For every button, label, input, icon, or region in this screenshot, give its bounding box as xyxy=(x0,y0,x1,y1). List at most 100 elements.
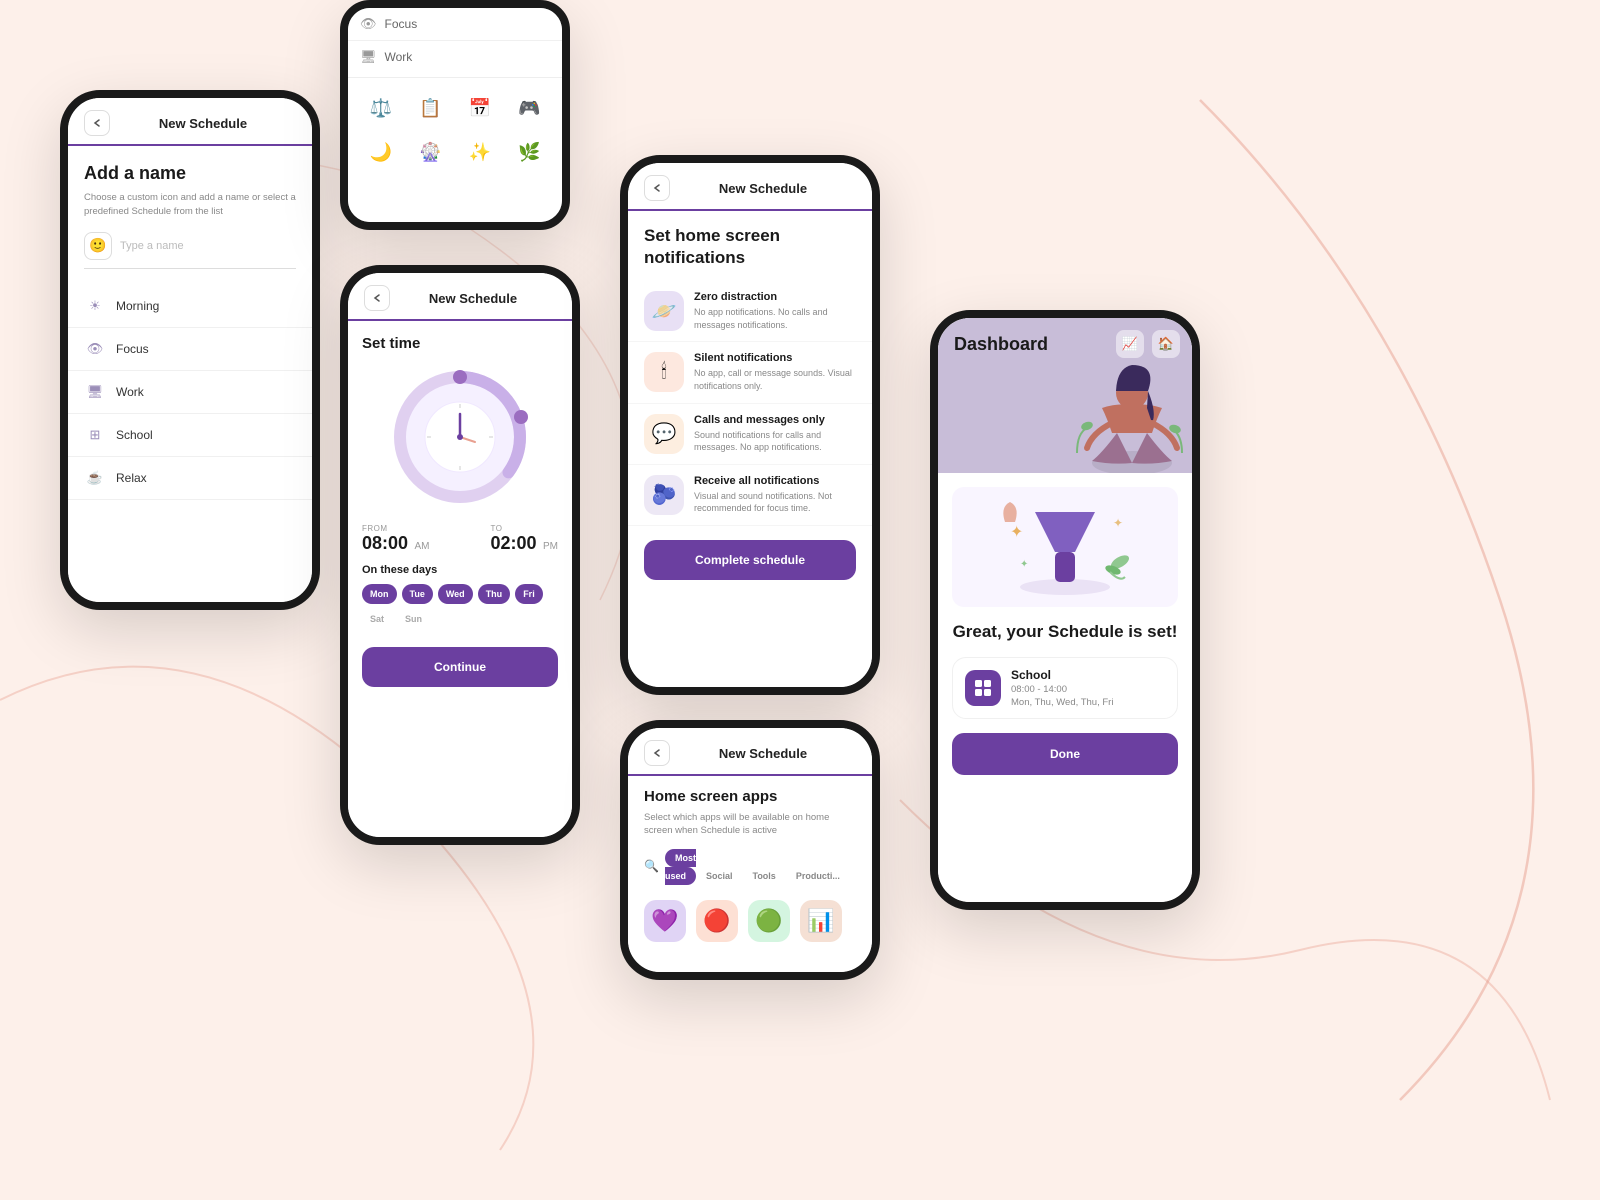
school-schedule-card[interactable]: School 08:00 - 14:00 Mon, Thu, Wed, Thu,… xyxy=(952,657,1178,719)
from-to-section: FROM 08:00 AM TO 02:00 PM xyxy=(348,524,572,554)
notebook-icon[interactable]: 📋 xyxy=(412,90,448,126)
school-schedule-days: Mon, Thu, Wed, Thu, Fri xyxy=(1011,697,1113,708)
homescreen-apps-subtitle: Select which apps will be available on h… xyxy=(644,811,856,838)
day-pill-tue[interactable]: Tue xyxy=(402,584,433,604)
schedule-list-item[interactable]: ⊞ School xyxy=(68,414,312,457)
leaf-icon[interactable]: 🌿 xyxy=(511,134,547,170)
phone-set-time: New Schedule Set time xyxy=(340,265,580,845)
schedule-item-label: Work xyxy=(116,385,144,399)
school-schedule-time: 08:00 - 14:00 xyxy=(1011,684,1113,695)
notification-subtitle: No app, call or message sounds. Visual n… xyxy=(694,367,856,392)
on-days-heading: On these days xyxy=(348,564,572,576)
filter-pills: Most usedSocialToolsProducti... xyxy=(665,848,856,884)
notification-subtitle: Visual and sound notifications. Not reco… xyxy=(694,490,856,515)
notification-item[interactable]: 🪐 Zero distraction No app notifications.… xyxy=(628,281,872,342)
phone4-back-button[interactable] xyxy=(644,175,670,201)
notification-text: Receive all notifications Visual and sou… xyxy=(694,475,856,515)
days-row: MonTueWedThuFri SatSun xyxy=(348,584,572,629)
phone-home-apps: New Schedule Home screen apps Select whi… xyxy=(620,720,880,980)
to-label: TO xyxy=(491,524,559,533)
day-pill-sun[interactable]: Sun xyxy=(397,609,430,629)
phone-icon-picker: 👁 Focus 🖥 Work ⚖️ 📋 📅 🎮 🌙 🎡 ✨ 🌿 xyxy=(340,0,570,230)
notification-title: Zero distraction xyxy=(694,291,856,303)
app-icon-2[interactable]: 🔴 xyxy=(696,900,738,942)
notification-subtitle: Sound notifications for calls and messag… xyxy=(694,429,856,454)
gamepad-icon[interactable]: 🎮 xyxy=(511,90,547,126)
done-button[interactable]: Done xyxy=(952,733,1178,775)
continue-button[interactable]: Continue xyxy=(362,647,558,687)
dashboard-header: Dashboard 📈 🏠 xyxy=(938,318,1192,473)
icon-grid: ⚖️ 📋 📅 🎮 🌙 🎡 ✨ 🌿 xyxy=(348,82,562,186)
filter-pill-most-used[interactable]: Most used xyxy=(665,849,696,885)
complete-schedule-button[interactable]: Complete schedule xyxy=(644,540,856,580)
filter-pill-producti---[interactable]: Producti... xyxy=(786,867,850,885)
schedule-item-label: Focus xyxy=(116,342,149,356)
homescreen-apps-heading: Home screen apps xyxy=(644,788,856,805)
schedule-item-label: Relax xyxy=(116,471,147,485)
day-pill-wed[interactable]: Wed xyxy=(438,584,473,604)
phone5-back-button[interactable] xyxy=(644,740,670,766)
school-icon xyxy=(965,670,1001,706)
from-ampm: AM xyxy=(415,541,430,552)
school-schedule-info: School 08:00 - 14:00 Mon, Thu, Wed, Thu,… xyxy=(1011,668,1113,708)
emoji-picker-button[interactable]: 🙂 xyxy=(84,232,112,260)
sparkle-icon[interactable]: ✨ xyxy=(462,134,498,170)
dumbbell-icon[interactable]: ⚖️ xyxy=(363,90,399,126)
schedule-list-item[interactable]: 🖥 Work xyxy=(68,371,312,414)
notification-title: Silent notifications xyxy=(694,352,856,364)
to-time-block[interactable]: TO 02:00 PM xyxy=(491,524,559,554)
focus-label: Focus xyxy=(385,17,418,31)
notification-item[interactable]: 💬 Calls and messages only Sound notifica… xyxy=(628,404,872,465)
time-picker-clock[interactable] xyxy=(385,362,535,512)
phone-add-name: New Schedule Add a name Choose a custom … xyxy=(60,90,320,610)
notifications-list: 🪐 Zero distraction No app notifications.… xyxy=(628,281,872,526)
notification-text: Zero distraction No app notifications. N… xyxy=(694,291,856,331)
app-icon-1[interactable]: 💜 xyxy=(644,900,686,942)
phone3-back-button[interactable] xyxy=(364,285,390,311)
from-time-block[interactable]: FROM 08:00 AM xyxy=(362,524,430,554)
day-pill-mon[interactable]: Mon xyxy=(362,584,397,604)
notification-item[interactable]: 🕯 Silent notifications No app, call or m… xyxy=(628,342,872,403)
day-pill-thu[interactable]: Thu xyxy=(478,584,511,604)
schedule-item-icon: 🖥 xyxy=(84,381,106,403)
schedule-item-label: School xyxy=(116,428,153,442)
notification-title: Calls and messages only xyxy=(694,414,856,426)
app-icon-3[interactable]: 🟢 xyxy=(748,900,790,942)
moon-icon[interactable]: 🌙 xyxy=(363,134,399,170)
name-input-row[interactable]: 🙂 Type a name xyxy=(84,232,296,269)
day-pill-fri[interactable]: Fri xyxy=(515,584,543,604)
great-text: Great, your Schedule is set! xyxy=(952,621,1178,643)
funnel-illustration: ✦ ✦ ✦ xyxy=(965,492,1165,602)
notification-icon: 💬 xyxy=(644,414,684,454)
phone-notifications: New Schedule Set home screen notificatio… xyxy=(620,155,880,695)
to-time-value: 02:00 xyxy=(491,533,537,553)
phone5-header: New Schedule xyxy=(628,728,872,776)
schedule-list-item[interactable]: ☕ Relax xyxy=(68,457,312,500)
set-time-heading: Set time xyxy=(362,335,558,352)
notification-icon: 🕯 xyxy=(644,352,684,392)
focus-list-item[interactable]: 👁 Focus xyxy=(348,8,562,41)
from-time-value: 08:00 xyxy=(362,533,408,553)
day-pill-sat[interactable]: Sat xyxy=(362,609,392,629)
schedule-item-label: Morning xyxy=(116,299,159,313)
from-label: FROM xyxy=(362,524,430,533)
search-icon[interactable]: 🔍 xyxy=(644,859,659,873)
filter-pill-tools[interactable]: Tools xyxy=(742,867,785,885)
notifications-heading: Set home screen notifications xyxy=(644,225,856,269)
work-list-item[interactable]: 🖥 Work xyxy=(348,41,562,73)
phone4-header: New Schedule xyxy=(628,163,872,211)
schedule-item-icon: ☀ xyxy=(84,295,106,317)
notification-text: Calls and messages only Sound notificati… xyxy=(694,414,856,454)
phone1-back-button[interactable] xyxy=(84,110,110,136)
calendar-icon[interactable]: 📅 xyxy=(462,90,498,126)
add-name-subtitle: Choose a custom icon and add a name or s… xyxy=(84,191,296,218)
schedule-list-item[interactable]: 👁 Focus xyxy=(68,328,312,371)
notification-item[interactable]: 🫐 Receive all notifications Visual and s… xyxy=(628,465,872,526)
flower-icon[interactable]: 🎡 xyxy=(412,134,448,170)
schedule-list-item[interactable]: ☀ Morning xyxy=(68,285,312,328)
filter-pill-social[interactable]: Social xyxy=(696,867,743,885)
app-icon-4[interactable]: 📊 xyxy=(800,900,842,942)
notification-subtitle: No app notifications. No calls and messa… xyxy=(694,306,856,331)
phone-dashboard: Dashboard 📈 🏠 xyxy=(930,310,1200,910)
notification-icon: 🪐 xyxy=(644,291,684,331)
